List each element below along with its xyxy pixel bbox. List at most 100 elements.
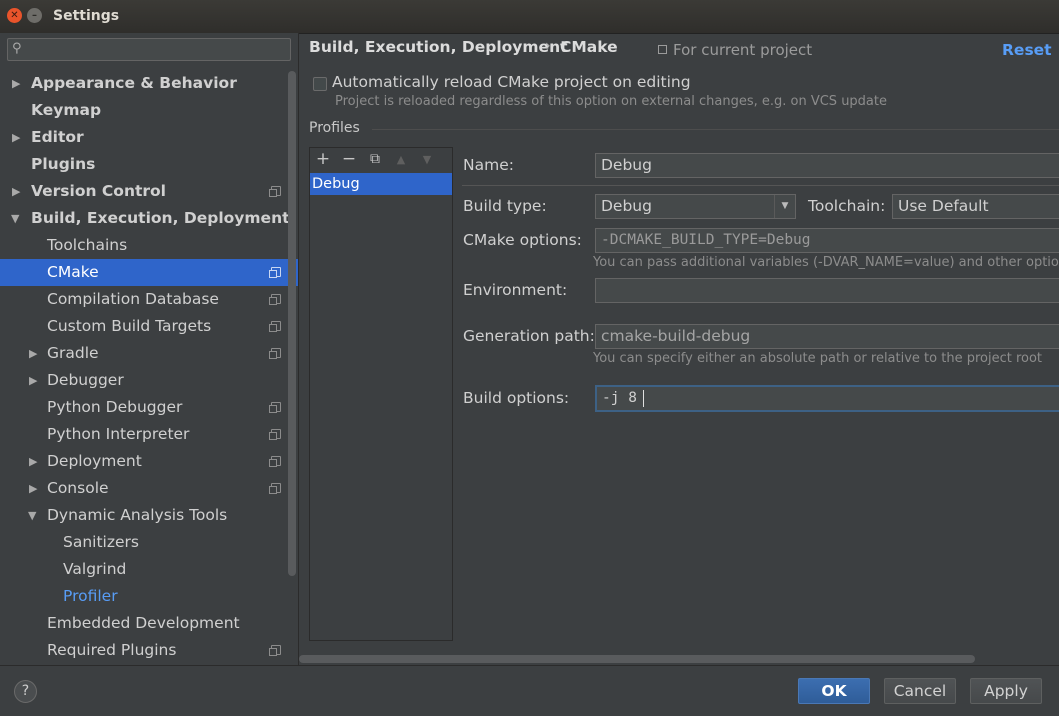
cmake-options-hint: You can pass additional variables (-DVAR… (593, 255, 1059, 270)
sidebar-item-label: Python Debugger (47, 398, 183, 416)
sidebar-item-compilation-database[interactable]: Compilation Database (0, 286, 290, 313)
expand-arrow-icon[interactable]: ▶ (29, 367, 37, 394)
ok-button[interactable]: OK (798, 678, 870, 704)
window-title: Settings (53, 8, 120, 24)
cmake-options-value: -DCMAKE_BUILD_TYPE=Debug (601, 232, 811, 248)
sidebar-item-label: Dynamic Analysis Tools (47, 506, 228, 524)
sidebar-item-label: Sanitizers (63, 533, 139, 551)
cancel-button[interactable]: Cancel (884, 678, 956, 704)
breadcrumb-separator: › (545, 38, 551, 54)
cmake-settings-panel: Build, Execution, Deployment › CMake For… (299, 33, 1059, 665)
expand-arrow-icon[interactable]: ▶ (29, 340, 37, 367)
sidebar-scrollbar[interactable] (288, 71, 296, 576)
expand-arrow-icon[interactable]: ▶ (29, 475, 37, 502)
horizontal-scrollbar[interactable] (299, 655, 975, 663)
sidebar-item-embedded-development[interactable]: Embedded Development (0, 610, 290, 637)
sidebar-item-label: Debugger (47, 371, 124, 389)
sidebar-item-dynamic-analysis-tools[interactable]: ▼ Dynamic Analysis Tools (0, 502, 290, 529)
toolchain-select[interactable]: Use Default (892, 194, 1059, 219)
profile-item-debug[interactable]: Debug (310, 173, 452, 195)
sidebar-item-sanitizers[interactable]: Sanitizers (0, 529, 290, 556)
project-scope-icon (269, 348, 281, 359)
sidebar-item-label: Keymap (31, 101, 102, 119)
move-up-icon[interactable]: ▲ (391, 153, 411, 166)
copy-profile-button[interactable]: ⧉ (365, 151, 385, 167)
name-field[interactable]: Debug (595, 153, 1059, 178)
for-current-project-label: For current project (673, 41, 813, 59)
minimize-icon[interactable]: – (27, 8, 42, 23)
move-down-icon[interactable]: ▼ (417, 153, 437, 166)
cmake-options-field[interactable]: -DCMAKE_BUILD_TYPE=Debug (595, 228, 1059, 253)
divider (372, 129, 1059, 130)
project-scope-icon (269, 186, 281, 197)
sidebar-item-python-debugger[interactable]: Python Debugger (0, 394, 290, 421)
chevron-down-icon[interactable]: ▼ (774, 195, 795, 218)
search-icon: ⚲ (12, 41, 22, 56)
expand-arrow-icon[interactable]: ▶ (12, 178, 20, 205)
auto-reload-label[interactable]: Automatically reload CMake project on ed… (332, 73, 691, 91)
sidebar-item-keymap[interactable]: Keymap (0, 97, 290, 124)
toolchain-value: Use Default (898, 197, 989, 215)
close-icon[interactable]: ✕ (7, 8, 22, 23)
profile-list: + − ⧉ ▲ ▼ Debug (309, 147, 453, 641)
generation-path-hint: You can specify either an absolute path … (593, 351, 1043, 366)
sidebar-item-console[interactable]: ▶ Console (0, 475, 290, 502)
sidebar-item-editor[interactable]: ▶ Editor (0, 124, 290, 151)
sidebar-item-label: CMake (47, 263, 99, 281)
cmake-options-label: CMake options: (463, 231, 582, 249)
sidebar-item-label: Gradle (47, 344, 99, 362)
title-bar: ✕ – Settings (0, 0, 1059, 34)
apply-button[interactable]: Apply (970, 678, 1042, 704)
dialog-footer: ? OK Cancel Apply (0, 665, 1059, 716)
expand-arrow-icon[interactable]: ▶ (12, 124, 20, 151)
build-options-label: Build options: (463, 389, 570, 407)
help-icon[interactable]: ? (14, 680, 37, 703)
project-scope-icon (269, 402, 281, 413)
auto-reload-hint: Project is reloaded regardless of this o… (335, 94, 887, 109)
sidebar-item-label: Appearance & Behavior (31, 74, 237, 92)
project-scope-icon (269, 267, 281, 278)
add-profile-button[interactable]: + (313, 149, 333, 169)
sidebar-item-toolchains[interactable]: Toolchains (0, 232, 290, 259)
expand-arrow-icon[interactable]: ▶ (29, 448, 37, 475)
project-scope-icon (269, 645, 281, 656)
auto-reload-checkbox[interactable] (313, 77, 327, 91)
sidebar-item-debugger[interactable]: ▶ Debugger (0, 367, 290, 394)
sidebar-item-custom-build-targets[interactable]: Custom Build Targets (0, 313, 290, 340)
sidebar-item-label: Profiler (63, 587, 118, 605)
sidebar-item-gradle[interactable]: ▶ Gradle (0, 340, 290, 367)
environment-field[interactable] (595, 278, 1059, 303)
sidebar-item-cmake[interactable]: CMake (0, 259, 298, 286)
build-options-field[interactable]: -j 8 (595, 385, 1059, 412)
sidebar-item-label: Build, Execution, Deployment (31, 209, 290, 227)
collapse-arrow-icon[interactable]: ▼ (11, 205, 19, 232)
expand-arrow-icon[interactable]: ▶ (12, 70, 20, 97)
project-scope-icon (269, 429, 281, 440)
generation-path-label: Generation path: (463, 327, 595, 345)
name-value: Debug (601, 156, 652, 174)
reset-link[interactable]: Reset (1002, 41, 1052, 59)
settings-window: ✕ – Settings ⚲ ▶ Appearance & Behavior K… (0, 0, 1059, 716)
remove-profile-button[interactable]: − (339, 149, 359, 169)
collapse-arrow-icon[interactable]: ▼ (28, 502, 36, 529)
sidebar-item-profiler[interactable]: Profiler (0, 583, 290, 610)
sidebar-item-deployment[interactable]: ▶ Deployment (0, 448, 290, 475)
project-scope-icon (269, 483, 281, 494)
sidebar-item-label: Deployment (47, 452, 142, 470)
sidebar-item-plugins[interactable]: Plugins (0, 151, 290, 178)
sidebar-item-label: Version Control (31, 182, 166, 200)
sidebar-item-valgrind[interactable]: Valgrind (0, 556, 290, 583)
sidebar-item-label: Python Interpreter (47, 425, 190, 443)
project-scope-icon (269, 321, 281, 332)
build-type-select[interactable]: Debug ▼ (595, 194, 796, 219)
search-input[interactable]: ⚲ (7, 38, 291, 61)
sidebar-item-label: Plugins (31, 155, 96, 173)
sidebar-item-python-interpreter[interactable]: Python Interpreter (0, 421, 290, 448)
sidebar-item-appearance-behavior[interactable]: ▶ Appearance & Behavior (0, 70, 290, 97)
text-caret (643, 390, 644, 407)
generation-path-field[interactable]: cmake-build-debug (595, 324, 1059, 349)
sidebar-item-required-plugins[interactable]: Required Plugins (0, 637, 290, 664)
sidebar-item-build-execution-deployment[interactable]: ▼ Build, Execution, Deployment (0, 205, 290, 232)
sidebar-item-version-control[interactable]: ▶ Version Control (0, 178, 290, 205)
profiles-heading: Profiles (309, 120, 360, 136)
